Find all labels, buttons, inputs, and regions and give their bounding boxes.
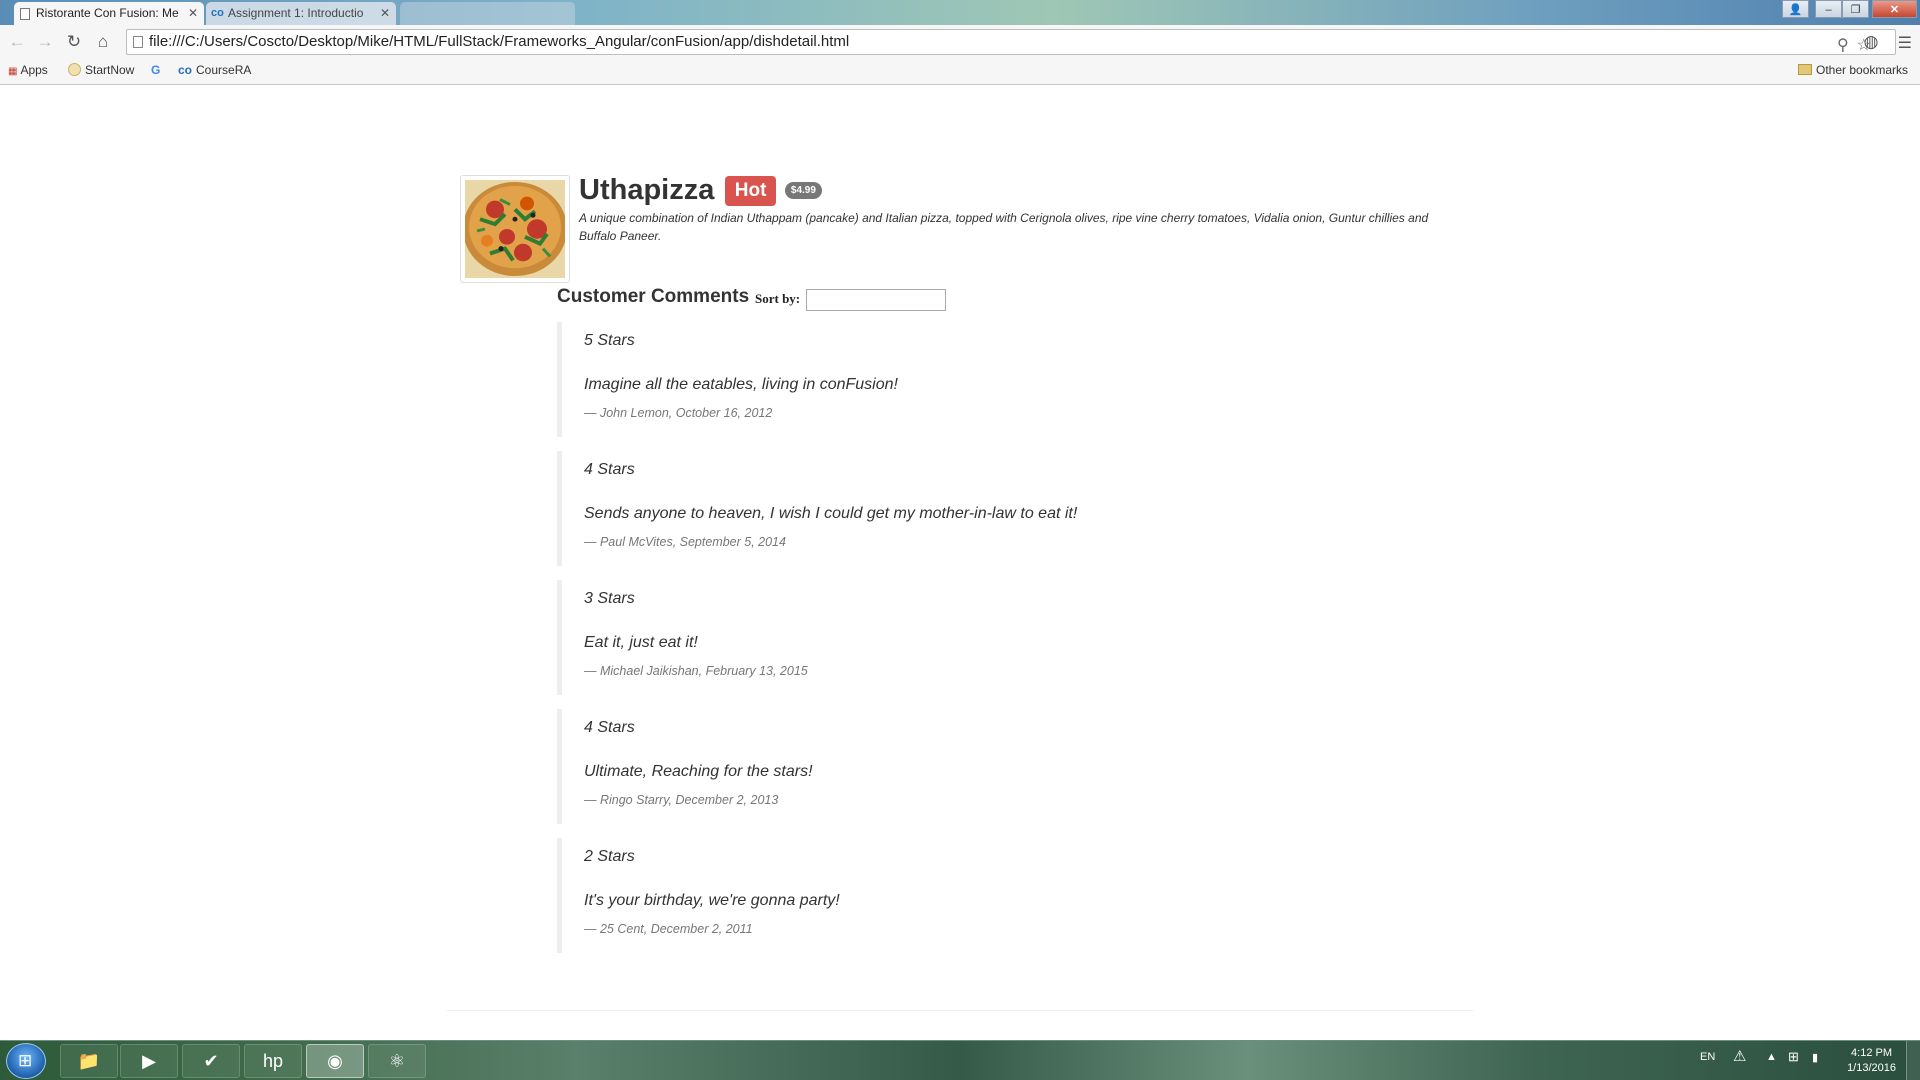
explorer-folder-icon[interactable]: 📁: [60, 1044, 118, 1078]
atom-icon[interactable]: ⚛: [368, 1044, 426, 1078]
comment-item: 4 Stars Ultimate, Reaching for the stars…: [557, 709, 1357, 824]
hot-label: Hot: [724, 175, 777, 206]
search-icon[interactable]: ⚲: [1837, 37, 1849, 54]
home-icon[interactable]: ⌂: [92, 31, 114, 53]
comment-rating: 4 Stars: [584, 461, 635, 478]
comment-item: 4 Stars Sends anyone to heaven, I wish I…: [557, 451, 1357, 566]
tab-title: Assignment 1: Introductio: [228, 6, 364, 20]
browser-toolbar: ← → ↻ ⌂ file:///C:/Users/Coscto/Desktop/…: [0, 25, 1920, 85]
page-icon: [20, 8, 30, 20]
dish-description: A unique combination of Indian Uthappam …: [579, 211, 1429, 243]
close-window-button[interactable]: ✕: [1872, 0, 1917, 18]
notification-icon[interactable]: ⚠: [1733, 1047, 1746, 1065]
comment-author: — Ringo Starry, December 2, 2013: [584, 793, 779, 807]
comment-text: Eat it, just eat it!: [584, 634, 698, 651]
extension-icon[interactable]: ◍: [1860, 31, 1882, 53]
comment-author: — John Lemon, October 16, 2012: [584, 406, 773, 420]
folder-icon: [1798, 64, 1812, 75]
clock-date: 1/13/2016: [1847, 1062, 1896, 1074]
dish-heading: Uthapizza Hot $4.99: [579, 174, 822, 207]
menu-icon[interactable]: ☰: [1898, 33, 1912, 53]
comment-text: Imagine all the eatables, living in conF…: [584, 376, 898, 393]
comments-heading: Customer Comments: [557, 286, 750, 307]
back-arrow-icon[interactable]: ←: [6, 31, 28, 53]
bookmark-label: Apps: [20, 63, 48, 77]
comment-text: It's your birthday, we're gonna party!: [584, 892, 840, 909]
page-content: Uthapizza Hot $4.99 A unique combination…: [0, 86, 1920, 1040]
comment-rating: 5 Stars: [584, 332, 635, 349]
chrome-icon[interactable]: ◉: [306, 1044, 364, 1078]
task-check-icon[interactable]: ✔: [182, 1044, 240, 1078]
comment-author: — Michael Jaikishan, February 13, 2015: [584, 664, 808, 678]
comment-rating: 3 Stars: [584, 590, 635, 607]
startnow-icon: [68, 63, 81, 76]
bookmark-coursera[interactable]: co CourseRA: [178, 63, 251, 77]
tab-assignment[interactable]: co Assignment 1: Introductio ✕: [206, 2, 396, 25]
google-icon: G: [151, 63, 161, 77]
bookmark-startnow[interactable]: StartNow: [68, 63, 134, 77]
clock-time: 4:12 PM: [1851, 1047, 1893, 1059]
comment-rating: 4 Stars: [584, 719, 635, 736]
bookmark-label: CourseRA: [196, 63, 252, 77]
windows-flag-icon[interactable]: ⊞: [1788, 1049, 1799, 1065]
pizza-image: [465, 180, 565, 278]
windows-taskbar: ⊞ 📁 ▶ ✔ hp ◉ ⚛ EN ⚠ ▲ ⊞ ▮ 4:12 PM 1/13/2…: [0, 1040, 1920, 1080]
dish-name: Uthapizza: [579, 174, 715, 206]
address-text: file:///C:/Users/Coscto/Desktop/Mike/HTM…: [149, 33, 850, 50]
comment-text: Sends anyone to heaven, I wish I could g…: [584, 505, 1078, 522]
bookmarks-bar: ▦ Apps StartNow G co CourseRA Other bookma…: [0, 59, 1920, 83]
minimize-button[interactable]: –: [1815, 0, 1842, 18]
other-bookmarks-label: Other bookmarks: [1816, 63, 1909, 77]
comment-item: 3 Stars Eat it, just eat it! — Michael J…: [557, 580, 1357, 695]
page-icon: [133, 36, 143, 48]
bookmark-label: StartNow: [85, 63, 135, 77]
comment-list: 5 Stars Imagine all the eatables, living…: [557, 322, 1357, 967]
tab-new[interactable]: [400, 2, 575, 25]
browser-title-bar: Ristorante Con Fusion: Me ✕ co Assignmen…: [0, 0, 1920, 25]
sort-input[interactable]: [806, 289, 946, 311]
coursera-icon: co: [211, 7, 224, 19]
tab-close-icon[interactable]: ✕: [380, 2, 390, 25]
language-indicator[interactable]: EN: [1700, 1051, 1715, 1063]
comment-author: — 25 Cent, December 2, 2011: [584, 922, 753, 936]
divider: [447, 1010, 1473, 1011]
forward-arrow-icon[interactable]: →: [34, 31, 56, 53]
other-bookmarks[interactable]: Other bookmarks: [1798, 63, 1908, 77]
tab-ristorante[interactable]: Ristorante Con Fusion: Me ✕: [14, 2, 204, 25]
address-bar[interactable]: file:///C:/Users/Coscto/Desktop/Mike/HTM…: [126, 29, 1896, 55]
comment-item: 2 Stars It's your birthday, we're gonna …: [557, 838, 1357, 953]
windows-logo-icon: ⊞: [18, 1051, 33, 1070]
user-profile-button[interactable]: 👤: [1782, 0, 1809, 18]
coursera-icon: co: [178, 63, 193, 77]
hp-icon[interactable]: hp: [244, 1044, 302, 1078]
comment-author: — Paul McVites, September 5, 2014: [584, 535, 786, 549]
clock[interactable]: 4:12 PM 1/13/2016: [1847, 1046, 1896, 1076]
media-player-icon[interactable]: ▶: [120, 1044, 178, 1078]
comment-item: 5 Stars Imagine all the eatables, living…: [557, 322, 1357, 437]
price-badge: $4.99: [784, 182, 822, 199]
reload-icon[interactable]: ↻: [63, 31, 85, 53]
show-hidden-icons-icon[interactable]: ▲: [1766, 1051, 1777, 1063]
comment-rating: 2 Stars: [584, 848, 635, 865]
apps-grid-icon: ▦: [8, 66, 18, 77]
bookmark-apps[interactable]: ▦ Apps: [8, 63, 48, 77]
dish-image: [460, 175, 570, 283]
tab-close-icon[interactable]: ✕: [188, 2, 198, 25]
show-desktop-button[interactable]: [1906, 1041, 1920, 1080]
sort-label: Sort by:: [755, 291, 801, 306]
comment-text: Ultimate, Reaching for the stars!: [584, 763, 813, 780]
bookmark-google[interactable]: G: [151, 63, 164, 77]
restore-button[interactable]: ❐: [1842, 0, 1869, 18]
start-button[interactable]: ⊞: [6, 1043, 46, 1079]
network-signal-icon[interactable]: ▮: [1812, 1051, 1818, 1064]
tab-title: Ristorante Con Fusion: Me: [36, 6, 179, 20]
